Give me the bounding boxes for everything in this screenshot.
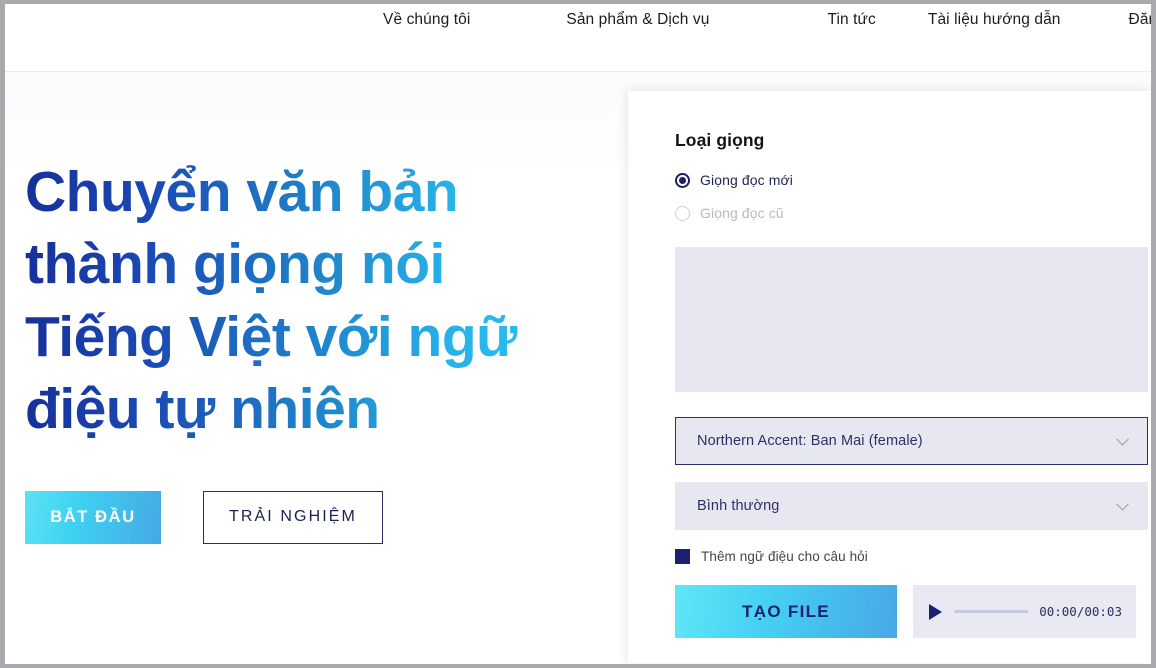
- page-root: Về chúng tôi Sản phẩm & Dịch vụ Tin tức …: [5, 4, 1151, 664]
- radio-new-voice[interactable]: Giọng đọc mới: [675, 168, 1136, 192]
- try-experience-button[interactable]: TRẢI NGHIỆM: [203, 490, 383, 544]
- panel-title: Loại giọng: [675, 130, 765, 150]
- radio-unselected-icon: [675, 205, 690, 221]
- tts-panel: Loại giọng Giọng đọc mới Giọng đọc cũ No…: [628, 91, 1151, 663]
- generate-file-button[interactable]: TẠO FILE: [675, 585, 898, 638]
- radio-old-voice-label: Giọng đọc cũ: [700, 205, 784, 221]
- checkbox-checked-icon: [675, 549, 690, 564]
- voice-select[interactable]: Northern Accent: Ban Mai (female): [675, 417, 1148, 465]
- hero-buttons: BẮT ĐẦU TRẢI NGHIỆM: [25, 490, 628, 544]
- hero-section: Chuyển văn bản thành giọng nói Tiếng Việ…: [5, 72, 628, 663]
- speaking-style-select-value: Bình thường: [697, 498, 780, 514]
- audio-player: 00:00/00:03: [913, 585, 1136, 638]
- text-input-area[interactable]: [675, 247, 1148, 392]
- top-navigation: Về chúng tôi Sản phẩm & Dịch vụ Tin tức …: [5, 4, 1151, 72]
- nav-item-documentation[interactable]: Tài liệu hướng dẫn: [928, 11, 1061, 29]
- audio-time-display: 00:00/00:03: [1039, 604, 1122, 619]
- page-content: Chuyển văn bản thành giọng nói Tiếng Việ…: [5, 72, 1151, 663]
- nav-items: Về chúng tôi Sản phẩm & Dịch vụ Tin tức …: [383, 11, 1151, 29]
- nav-item-products-services[interactable]: Sản phẩm & Dịch vụ: [566, 11, 709, 29]
- start-button[interactable]: BẮT ĐẦU: [25, 490, 161, 544]
- voice-type-radio-group: Giọng đọc mới Giọng đọc cũ: [675, 168, 1136, 225]
- question-intonation-checkbox-row[interactable]: Thêm ngữ điệu cho câu hỏi: [675, 549, 1136, 564]
- browser-viewport: Về chúng tôi Sản phẩm & Dịch vụ Tin tức …: [0, 0, 1156, 668]
- nav-item-login[interactable]: Đăng nhập: [1129, 11, 1151, 29]
- audio-progress-bar[interactable]: [954, 610, 1029, 613]
- radio-old-voice[interactable]: Giọng đọc cũ: [675, 201, 1136, 225]
- nav-item-news[interactable]: Tin tức: [827, 11, 875, 29]
- chevron-down-icon: [1116, 497, 1129, 511]
- panel-actions: TẠO FILE 00:00/00:03: [675, 585, 1136, 638]
- chevron-down-icon: [1116, 432, 1129, 446]
- radio-new-voice-label: Giọng đọc mới: [700, 172, 793, 188]
- radio-selected-icon: [675, 172, 690, 188]
- hero-title: Chuyển văn bản thành giọng nói Tiếng Việ…: [25, 156, 585, 446]
- play-icon[interactable]: [929, 603, 943, 620]
- nav-item-about[interactable]: Về chúng tôi: [383, 11, 470, 29]
- voice-select-value: Northern Accent: Ban Mai (female): [697, 433, 923, 449]
- radio-dot: [679, 176, 686, 184]
- question-intonation-label: Thêm ngữ điệu cho câu hỏi: [701, 549, 868, 564]
- speaking-style-select[interactable]: Bình thường: [675, 482, 1148, 530]
